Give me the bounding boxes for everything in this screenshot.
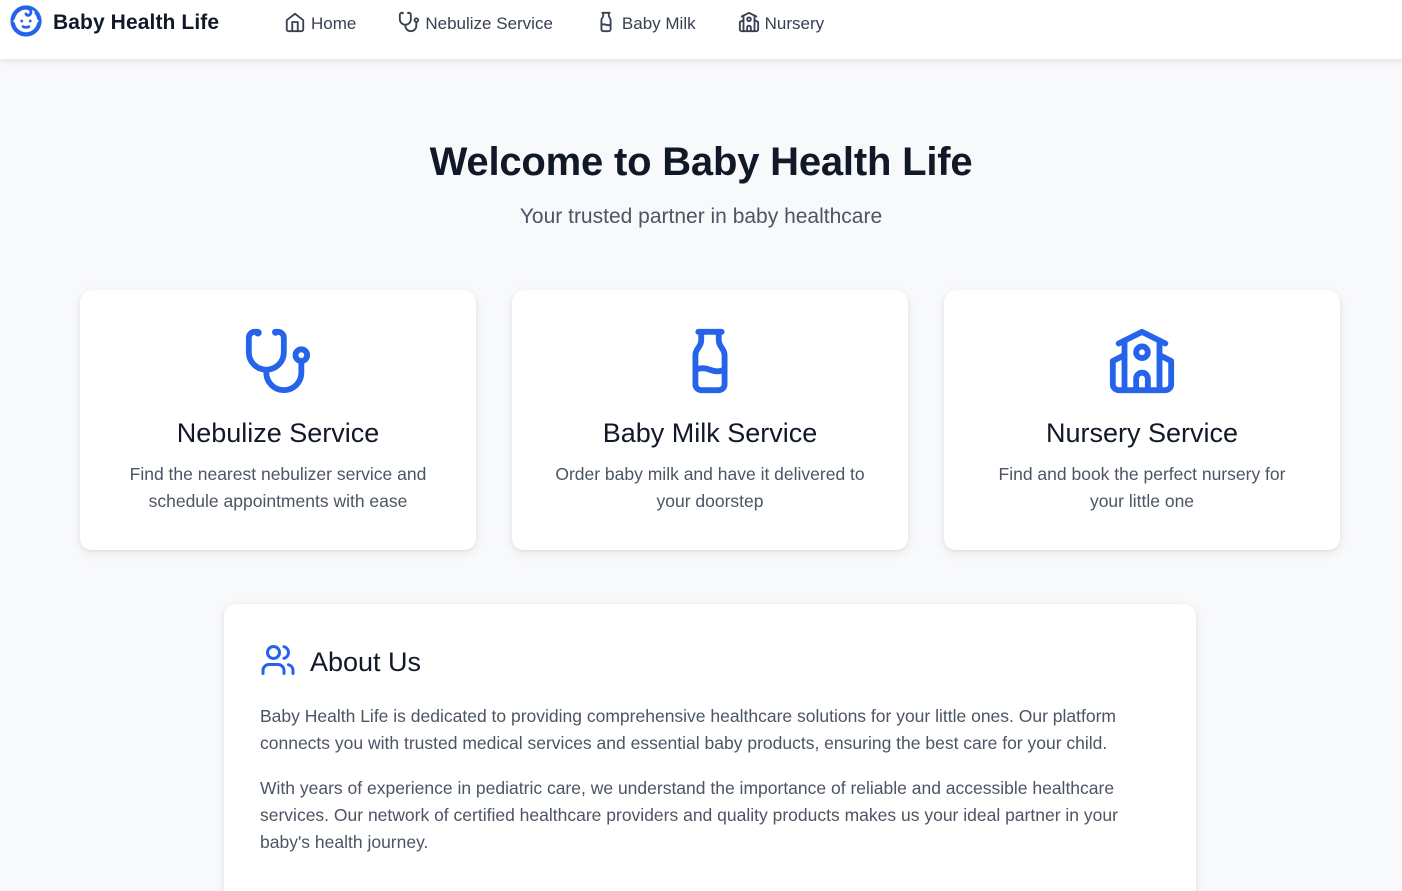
- about-paragraph: With years of experience in pediatric ca…: [260, 778, 1118, 852]
- about-paragraph: Baby Health Life is dedicated to providi…: [260, 706, 1117, 753]
- service-card-baby-milk[interactable]: Baby Milk Service Order baby milk and ha…: [512, 290, 908, 550]
- home-icon: [284, 11, 311, 38]
- nav-item-label: Nursery: [764, 14, 825, 33]
- page-subtitle: Your trusted partner in baby healthcare: [519, 205, 883, 228]
- stethoscope-icon: [398, 11, 425, 38]
- service-card-title: Nursery Service: [1045, 418, 1239, 448]
- top-navbar: Baby Health Life Home Nebulize Service B…: [0, 0, 1402, 59]
- nav-item-label: Home: [311, 14, 357, 33]
- service-card-description: Find the nearest nebulizer service and s…: [129, 464, 427, 511]
- nav-item-nebulize[interactable]: Nebulize Service: [398, 10, 553, 38]
- nav-item-baby-milk[interactable]: Baby Milk: [595, 10, 696, 38]
- nav-links: Home Nebulize Service Baby Milk Nursery: [284, 10, 866, 38]
- service-card-description: Order baby milk and have it delivered to…: [555, 464, 865, 511]
- service-card-nebulize[interactable]: Nebulize Service Find the nearest nebuli…: [80, 290, 476, 550]
- stethoscope-icon: [243, 326, 313, 396]
- service-card-description: Find and book the perfect nursery for yo…: [998, 464, 1286, 511]
- baby-face-icon: [9, 4, 43, 43]
- service-card-nursery[interactable]: Nursery Service Find and book the perfec…: [944, 290, 1340, 550]
- page-title: Welcome to Baby Health Life: [429, 140, 973, 184]
- service-card-title: Baby Milk Service: [602, 418, 818, 448]
- nav-item-home[interactable]: Home: [284, 10, 356, 38]
- brand-name: Baby Health Life: [53, 11, 220, 34]
- about-title: About Us: [310, 647, 422, 677]
- service-card-title: Nebulize Service: [176, 418, 380, 448]
- milk-bottle-icon: [595, 11, 622, 38]
- school-building-icon: [738, 11, 765, 38]
- school-building-icon: [1107, 326, 1177, 396]
- brand-logo-link[interactable]: Baby Health Life: [9, 4, 220, 43]
- users-icon: [260, 642, 296, 683]
- nav-item-nursery[interactable]: Nursery: [738, 10, 825, 38]
- about-header: About Us: [260, 642, 421, 683]
- about-section: About Us Baby Health Life is dedicated t…: [224, 604, 1196, 891]
- nav-item-label: Nebulize Service: [425, 14, 553, 33]
- milk-bottle-icon: [675, 326, 745, 396]
- nav-item-label: Baby Milk: [621, 14, 696, 33]
